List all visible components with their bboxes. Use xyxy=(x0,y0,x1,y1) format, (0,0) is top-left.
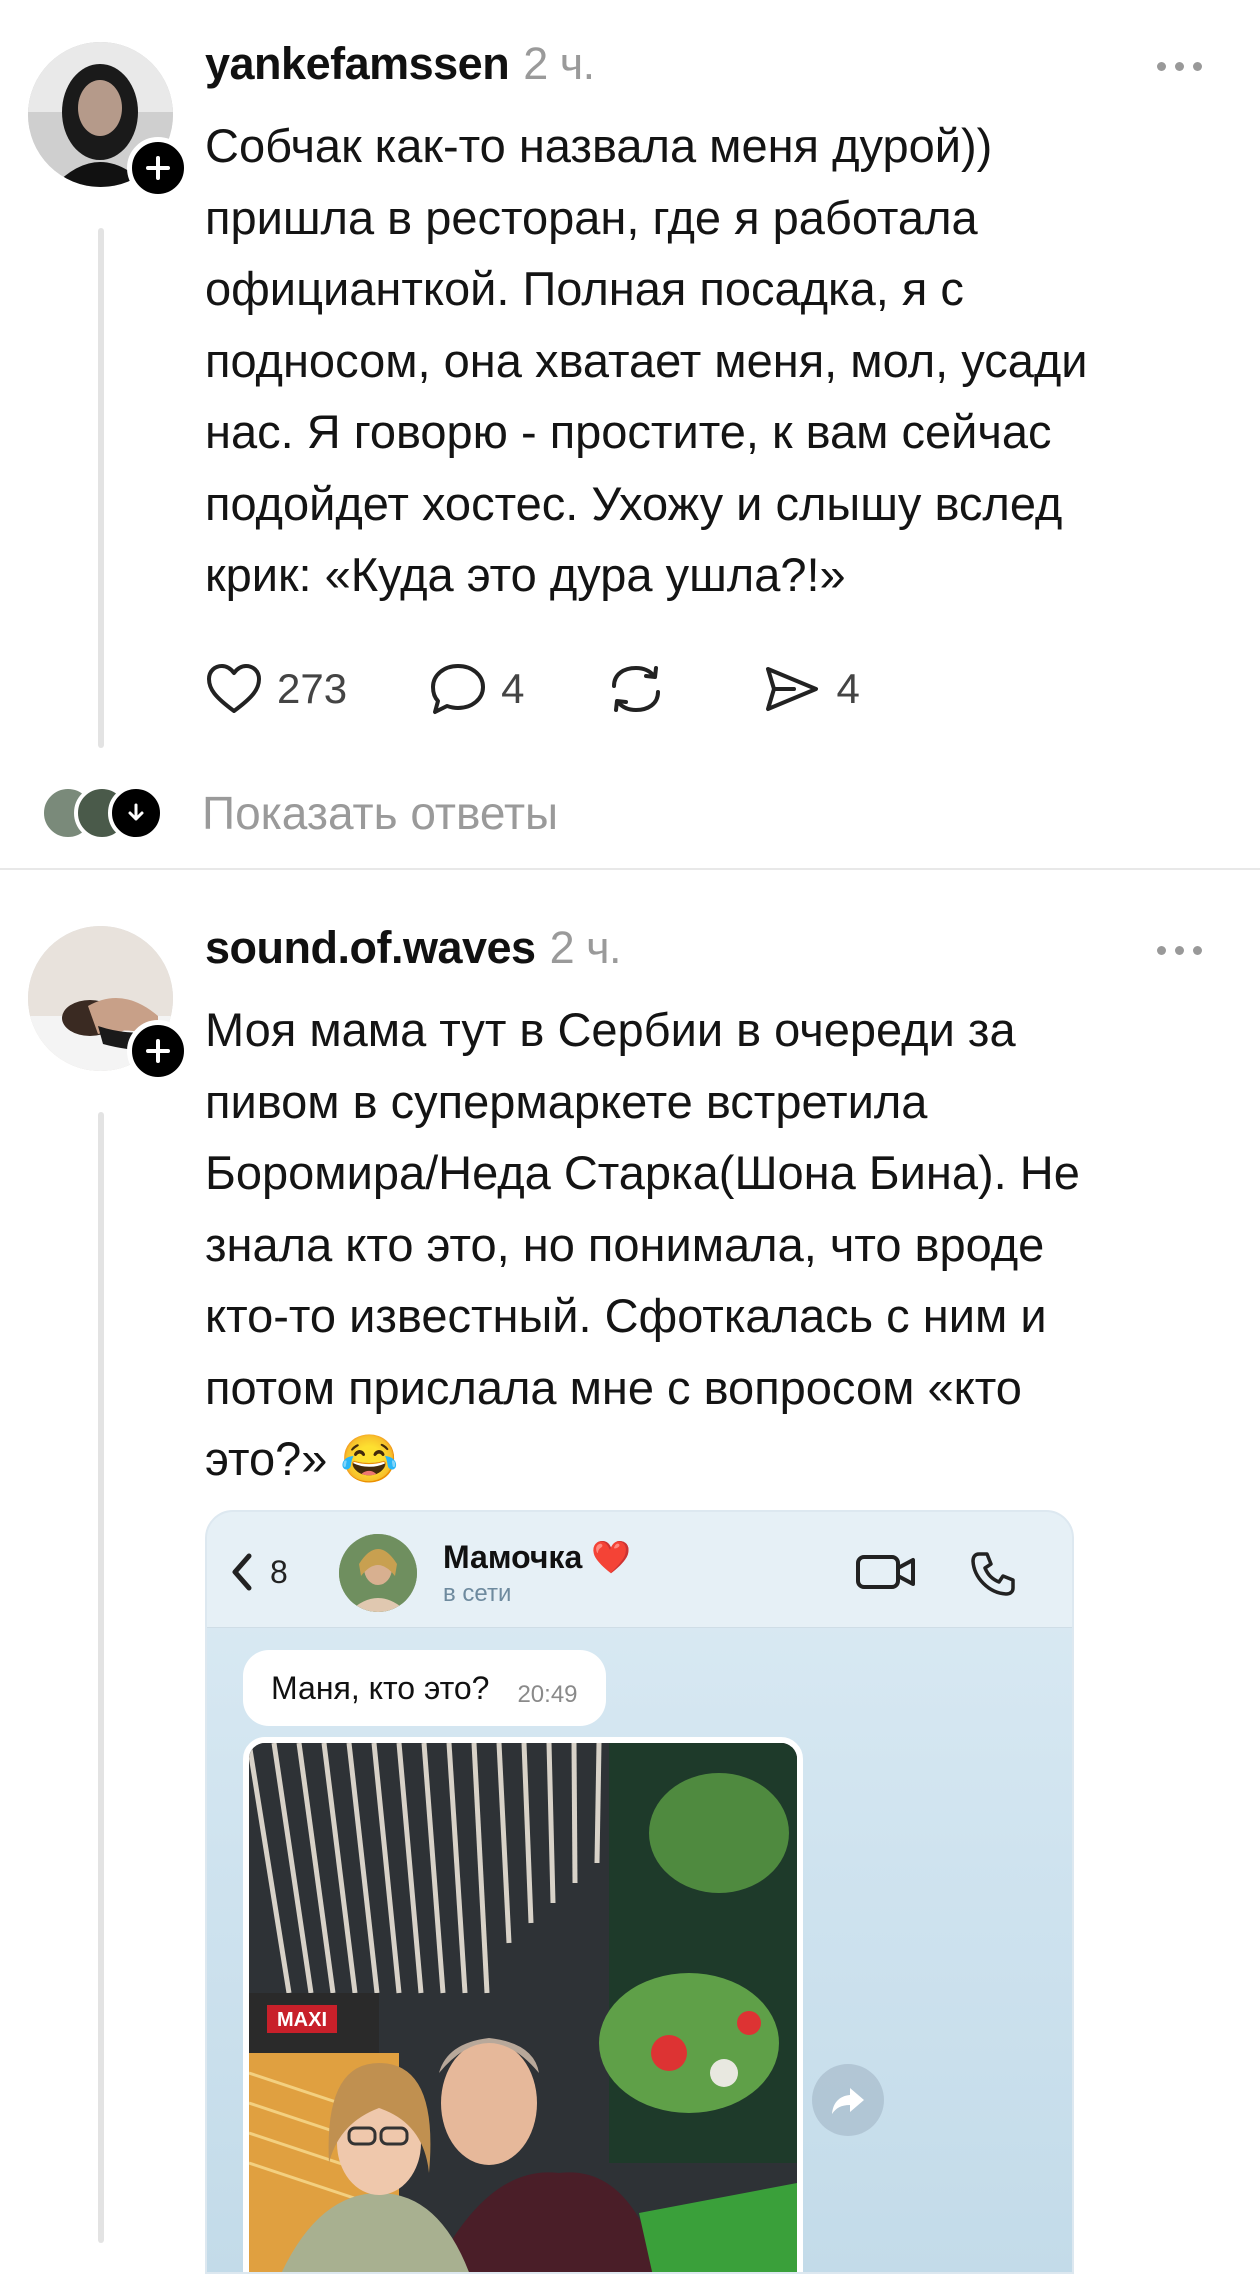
forward-icon[interactable] xyxy=(812,2064,884,2136)
chat-message-time: 20:49 xyxy=(517,1681,578,1708)
repost-button[interactable] xyxy=(606,662,680,716)
like-count: 273 xyxy=(277,665,348,712)
chat-message: Маня, кто это? 20:49 xyxy=(243,1650,606,1726)
share-button[interactable]: 4 xyxy=(762,664,860,714)
show-replies-label: Показать ответы xyxy=(202,787,559,839)
contact-avatar xyxy=(339,1534,417,1612)
contact-name: Мамочка ❤️ xyxy=(443,1539,631,1575)
thread-line xyxy=(98,228,104,748)
arrow-down-icon xyxy=(108,785,164,841)
post-header: sound.of.waves 2 ч. xyxy=(205,922,622,974)
send-icon xyxy=(766,667,819,711)
attached-screenshot[interactable]: 8 Мамочка ❤️ в сети Маня, кто это? 20:49 xyxy=(205,1510,1074,2274)
post-time: 2 ч. xyxy=(549,922,622,973)
chat-header: 8 Мамочка ❤️ в сети xyxy=(207,1512,1072,1628)
back-icon xyxy=(232,1553,252,1591)
contact-status: в сети xyxy=(443,1580,512,1607)
show-replies[interactable]: Показать ответы xyxy=(40,785,558,841)
comment-icon xyxy=(431,664,486,714)
post-actions: 273 4 4 xyxy=(205,662,942,716)
post-header: yankefamssen 2 ч. xyxy=(205,38,595,90)
username[interactable]: sound.of.waves xyxy=(205,922,536,973)
back-count: 8 xyxy=(270,1554,288,1590)
like-button[interactable]: 273 xyxy=(205,663,347,715)
phone-icon xyxy=(971,1552,1015,1596)
video-call-icon xyxy=(856,1555,915,1589)
post-text: Собчак как-то назвала меня дурой)) пришл… xyxy=(205,119,1088,601)
maxi-sign: MAXI xyxy=(277,2009,327,2031)
post-text: Моя мама тут в Сербии в очереди за пивом… xyxy=(205,1003,1080,1485)
comment-button[interactable]: 4 xyxy=(429,662,524,716)
username[interactable]: yankefamssen xyxy=(205,38,510,89)
more-options-button[interactable] xyxy=(1157,62,1202,71)
repost-icon xyxy=(612,665,661,713)
post-time: 2 ч. xyxy=(523,38,595,89)
heart-icon xyxy=(207,664,261,713)
comment-count: 4 xyxy=(501,665,525,712)
chat-message-text: Маня, кто это? xyxy=(271,1669,490,1706)
follow-plus-button[interactable] xyxy=(127,1020,189,1082)
thread-line xyxy=(98,1112,104,2243)
post-divider xyxy=(0,868,1260,870)
more-options-button[interactable] xyxy=(1157,946,1202,955)
share-count: 4 xyxy=(836,665,860,712)
follow-plus-button[interactable] xyxy=(127,137,189,199)
chat-photo[interactable]: MAXI xyxy=(243,1737,803,2272)
